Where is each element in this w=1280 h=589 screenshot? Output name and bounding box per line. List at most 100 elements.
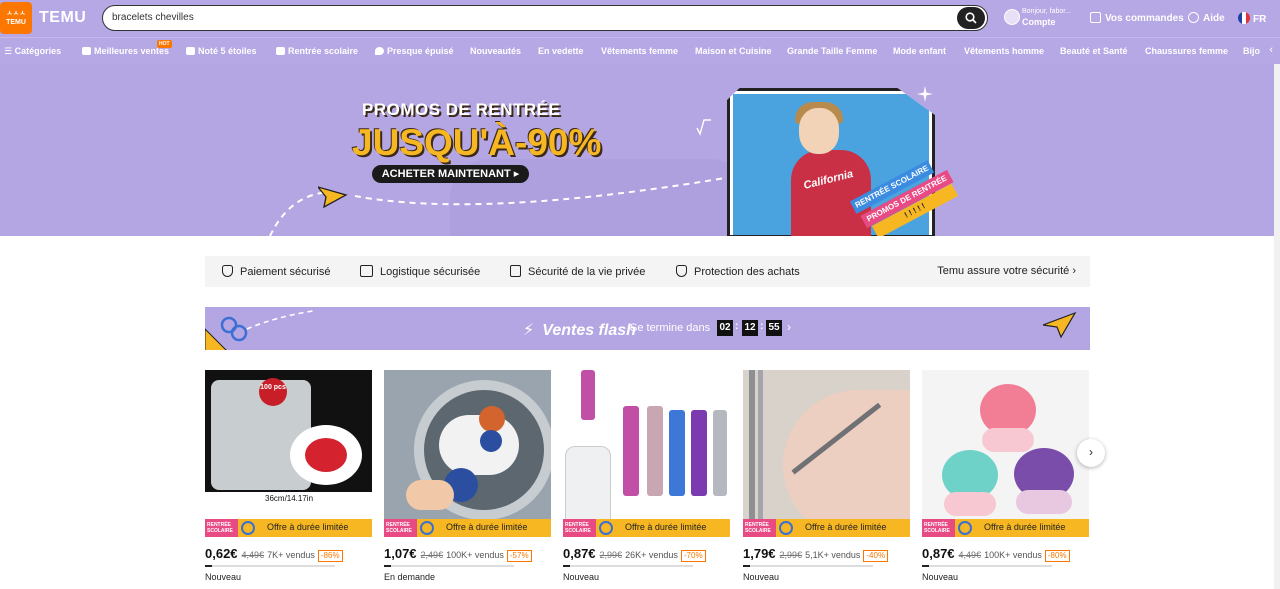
nav-item-almost-sold-out[interactable]: Presque épuisé (375, 46, 454, 56)
product-image[interactable] (384, 370, 551, 537)
price: 0,87€ (922, 546, 955, 561)
discount-badge: -70% (680, 550, 706, 562)
math-doodle-icon (696, 119, 711, 136)
nav-item-women-shoes[interactable]: Chaussures femme (1145, 46, 1228, 56)
back-to-school-badge: RENTRÉE SCOLAIRE (205, 519, 238, 537)
sales-progress (205, 565, 335, 567)
chevron-right-icon[interactable]: › (787, 320, 791, 334)
old-price: 4,49€ (958, 550, 982, 560)
search-input[interactable]: bracelets chevilles (102, 5, 988, 31)
account-label: Compte (1022, 17, 1056, 27)
nav-item-new[interactable]: Nouveautés (470, 46, 521, 56)
nav-item-categories[interactable]: ☰ Catégories (4, 46, 61, 57)
language-selector[interactable]: FR (1238, 12, 1266, 25)
limited-offer-label: Offre à durée limitée (267, 522, 349, 532)
dashed-path (246, 310, 314, 330)
timer-minutes: 12 (742, 320, 758, 336)
sold-count: 7K+ vendus (267, 550, 315, 560)
truck-icon (360, 265, 373, 277)
product-image[interactable] (743, 370, 910, 537)
safety-link[interactable]: Temu assure votre sécurité › (937, 265, 1076, 277)
price-row: 1,07€ 2,49€ 100K+ vendus -57% (384, 546, 532, 562)
trust-bar[interactable]: Paiement sécurisé Logistique sécurisée S… (205, 256, 1090, 287)
nav-item-women-clothing[interactable]: Vêtements femme (601, 46, 678, 56)
star-icon (186, 47, 195, 55)
product-image[interactable]: 100 pcs 36cm/14.17in (205, 370, 372, 537)
menu-icon: ☰ (4, 46, 15, 56)
thumbs-up-icon (82, 47, 91, 55)
product-status: Nouveau (743, 572, 780, 582)
discount-badge: -40% (863, 550, 889, 562)
page-scrollbar[interactable] (1274, 64, 1280, 589)
shop-now-button[interactable]: ACHETER MAINTENANT ▸ (372, 165, 529, 183)
tool-handle (758, 370, 763, 520)
sparkle-icon (917, 86, 933, 102)
trust-item-secure-logistics: Logistique sécurisée (360, 265, 480, 278)
flash-sale-banner[interactable]: ⚡ Ventes flash Se termine dans 02 : 12 : … (205, 307, 1090, 350)
temu-wordmark[interactable]: TEMU (39, 9, 86, 27)
nav-item-back-to-school[interactable]: Rentrée scolaire (276, 46, 358, 56)
chevron-right-icon: › (1089, 445, 1093, 459)
sold-count: 5,1K+ vendus (805, 550, 861, 560)
size-label: 36cm/14.17in (265, 494, 314, 503)
promo-banner[interactable]: PROMOS DE RENTRÉE JUSQU'À-90% ACHETER MA… (0, 64, 1280, 236)
nav-item-five-stars[interactable]: Noté 5 étoiles (186, 46, 257, 56)
nav-item-plus-size[interactable]: Grande Taille Femme (787, 46, 877, 56)
kid-face (799, 108, 839, 154)
nav-item-kids-fashion[interactable]: Mode enfant (893, 46, 946, 56)
account-greeting: Bonjour, fabor... (1022, 8, 1072, 15)
flash-sale-title: ⚡ Ventes flash (523, 322, 636, 339)
price-row: 0,87€ 4,49€ 100K+ vendus -80% (922, 546, 1070, 562)
discount-badge: -80% (1044, 550, 1070, 562)
product-card[interactable]: 100 pcs 36cm/14.17in RENTRÉE SCOLAIRE Of… (205, 370, 372, 585)
sales-progress (743, 565, 873, 567)
carousel-next-button[interactable]: › (1077, 439, 1105, 467)
atomizer-blue (669, 410, 685, 496)
trust-item-purchase-protection: Protection des achats (676, 265, 800, 278)
timer-colon: : (735, 321, 739, 332)
product-card[interactable]: RENTRÉE SCOLAIRE Offre à durée limitée 1… (743, 370, 910, 585)
nav-item-jewelry[interactable]: Bijo (1243, 46, 1260, 56)
shield-dollar-icon (676, 265, 687, 277)
orders-link[interactable]: Vos commandes (1090, 12, 1184, 24)
search-button[interactable] (957, 7, 985, 29)
dryer-ball (480, 430, 502, 452)
product-card[interactable]: RENTRÉE SCOLAIRE Offre à durée limitée 0… (563, 370, 730, 585)
dryer-ball (479, 406, 505, 432)
sales-progress (922, 565, 1052, 567)
product-image[interactable] (563, 370, 730, 537)
scissors-icon (241, 521, 255, 535)
price-row: 1,79€ 2,99€ 5,1K+ vendus -40% (743, 546, 889, 562)
chevron-left-icon[interactable]: ‹ (1269, 44, 1273, 56)
limited-offer-label: Offre à durée limitée (625, 522, 707, 532)
trust-item-privacy: Sécurité de la vie privée (510, 265, 645, 278)
nav-item-beauty-health[interactable]: Beauté et Santé (1060, 46, 1128, 56)
atomizer-silver (713, 410, 727, 496)
timer-hours: 02 (717, 320, 733, 336)
hand (406, 480, 454, 510)
help-link[interactable]: Aide (1188, 12, 1225, 24)
lock-icon (510, 265, 521, 277)
search-input-value[interactable]: bracelets chevilles (112, 12, 194, 23)
limited-offer-label: Offre à durée limitée (446, 522, 528, 532)
back-to-school-badge: RENTRÉE SCOLAIRE (384, 519, 417, 537)
price: 0,87€ (563, 546, 596, 561)
old-price: 2,99€ (599, 550, 623, 560)
search-icon (965, 12, 977, 24)
back-to-school-badge: RENTRÉE SCOLAIRE (563, 519, 596, 537)
top-header: ㅅㅅㅅ TEMU TEMU bracelets chevilles Bonjou… (0, 0, 1280, 37)
atomizer (581, 370, 595, 420)
limited-offer-label: Offre à durée limitée (805, 522, 887, 532)
nav-item-best-sellers[interactable]: Meilleures ventes (82, 46, 169, 56)
nav-item-home-kitchen[interactable]: Maison et Cuisine (695, 46, 772, 56)
price: 0,62€ (205, 546, 238, 561)
product-card[interactable]: RENTRÉE SCOLAIRE Offre à durée limitée 1… (384, 370, 551, 585)
nav-item-featured[interactable]: En vedette (538, 46, 584, 56)
product-card[interactable]: RENTRÉE SCOLAIRE Offre à durée limitée 0… (922, 370, 1089, 585)
paper-plane-icon (318, 186, 348, 209)
temu-logo[interactable]: ㅅㅅㅅ TEMU (0, 2, 32, 34)
nav-item-men-clothing[interactable]: Vêtements homme (964, 46, 1044, 56)
product-image[interactable] (922, 370, 1089, 537)
lightning-icon: ⚡ (523, 322, 535, 339)
chevron-right-icon: › (1072, 265, 1076, 277)
